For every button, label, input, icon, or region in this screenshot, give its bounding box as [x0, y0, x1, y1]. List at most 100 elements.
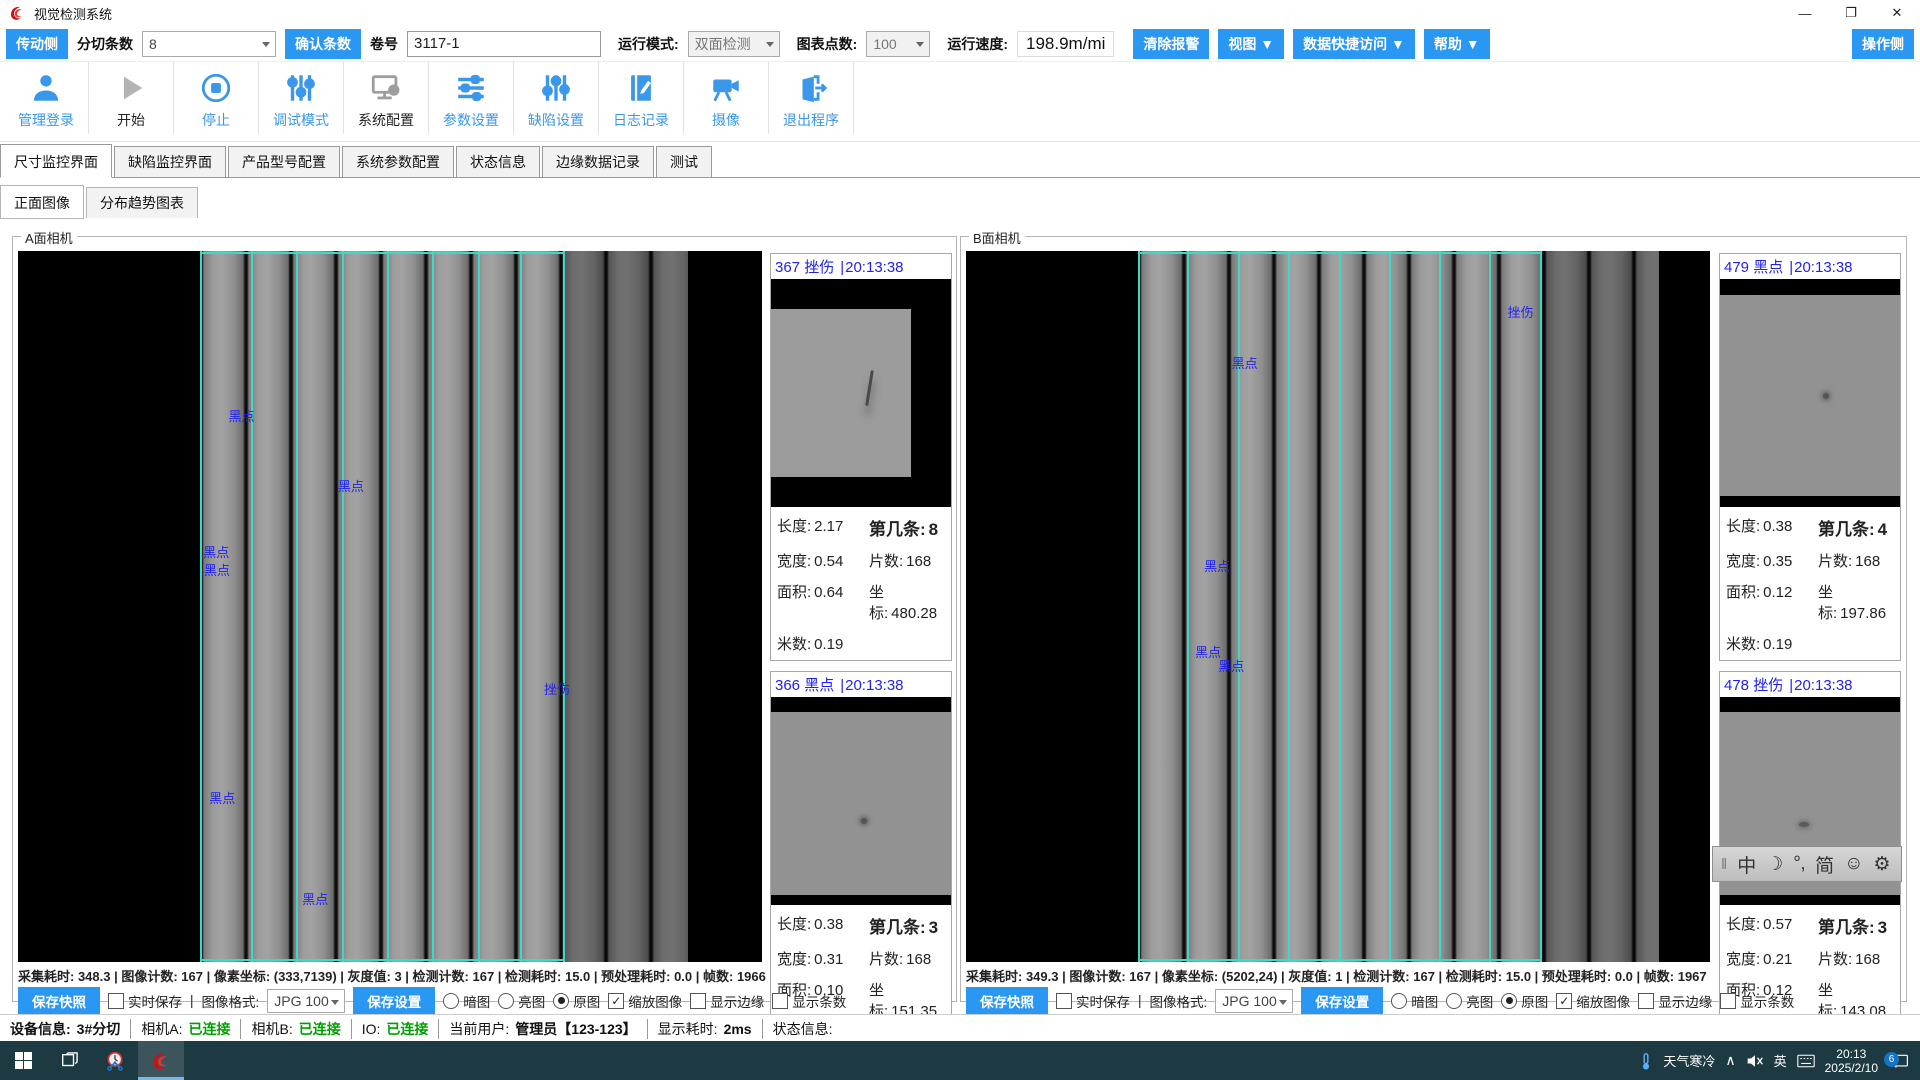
volume-muted-icon[interactable]	[1746, 1053, 1764, 1069]
view-menu-button[interactable]: 视图 ▼	[1218, 29, 1284, 59]
camera-b-title: B面相机	[969, 228, 1025, 247]
camera-icon	[709, 68, 743, 108]
save-snapshot-button[interactable]: 保存快照	[966, 987, 1048, 1015]
camera-b-image[interactable]: 黑点挫伤黑点黑点黑点	[966, 251, 1710, 962]
camera-b-status: 相机B:已连接	[241, 1019, 351, 1039]
defect-overlay-label: 黑点	[1204, 556, 1230, 575]
tab-front-image[interactable]: 正面图像	[0, 185, 84, 219]
ime-mode[interactable]: 中	[1737, 851, 1756, 878]
bright-image-radio[interactable]: 亮图	[1446, 991, 1493, 1011]
help-menu-button[interactable]: 帮助 ▼	[1424, 29, 1490, 59]
defect-overlay-label: 黑点	[1218, 656, 1244, 675]
minimize-button[interactable]: —	[1782, 0, 1828, 26]
strip-boundary-line	[563, 251, 565, 962]
separator: |	[190, 993, 194, 1008]
app-window: 视觉检测系统 — ❐ ✕ 传动侧 分切条数 8 确认条数 卷号 3117-1 运…	[0, 0, 1920, 1080]
display-time: 显示耗时:2ms	[648, 1019, 763, 1039]
save-settings-button[interactable]: 保存设置	[353, 987, 435, 1015]
tab-system-param-config[interactable]: 系统参数配置	[342, 146, 454, 177]
ime-settings-icon[interactable]: ⚙	[1874, 853, 1891, 876]
strip-boundary-line	[1540, 251, 1542, 962]
drive-side-button[interactable]: 传动侧	[6, 29, 68, 59]
realtime-save-checkbox[interactable]: 实时保存	[1056, 991, 1130, 1011]
ime-fullhalf-icon[interactable]: ☽	[1766, 853, 1783, 876]
log-record-button[interactable]: 日志记录	[599, 62, 684, 134]
ime-emoji-icon[interactable]: ☺	[1844, 853, 1863, 875]
camera-b-strips-dark	[1540, 251, 1659, 962]
start-menu-button[interactable]	[0, 1041, 46, 1080]
bright-image-radio[interactable]: 亮图	[498, 991, 545, 1011]
weather-text[interactable]: 天气寒冷	[1663, 1051, 1715, 1070]
show-strips-checkbox[interactable]: 显示条数	[772, 991, 846, 1011]
save-settings-button[interactable]: 保存设置	[1301, 987, 1383, 1015]
chart-points-select[interactable]: 100	[866, 31, 930, 57]
camera-a-image[interactable]: 黑点黑点黑点黑点挫伤黑点黑点	[18, 251, 762, 962]
split-count-select[interactable]: 8	[142, 31, 276, 57]
notification-center-button[interactable]: 6	[1888, 1049, 1912, 1073]
show-edges-checkbox[interactable]: 显示边缘	[690, 991, 764, 1011]
parameter-settings-button[interactable]: 参数设置	[429, 62, 514, 134]
original-image-radio[interactable]: 原图	[553, 991, 600, 1011]
maximize-button[interactable]: ❐	[1828, 0, 1874, 26]
thermometer-icon	[1639, 1052, 1653, 1070]
system-config-button[interactable]: 系统配置	[344, 62, 429, 134]
tab-status-info[interactable]: 状态信息	[456, 146, 540, 177]
strip-boundary-line	[1138, 251, 1140, 962]
ime-toolbar[interactable]: ‖ 中 ☽ °‚ 简 ☺ ⚙	[1712, 846, 1902, 882]
defect-card[interactable]: 367 挫伤|20:13:38 长度:2.17 第几条:8 宽度:0.54 片数…	[770, 253, 952, 661]
defect-thumbnail	[771, 279, 951, 507]
exit-program-button[interactable]: 退出程序	[769, 62, 854, 134]
image-format-select[interactable]: JPG 100	[1215, 989, 1293, 1013]
strip-boundary-line	[200, 251, 202, 962]
image-format-select[interactable]: JPG 100	[267, 989, 345, 1013]
capture-button[interactable]: 摄像	[684, 62, 769, 134]
app-taskbar-button[interactable]	[138, 1041, 184, 1080]
tray-date: 2025/2/10	[1825, 1061, 1878, 1075]
show-strips-checkbox[interactable]: 显示条数	[1720, 991, 1794, 1011]
tab-test[interactable]: 测试	[656, 146, 712, 177]
stop-button[interactable]: 停止	[174, 62, 259, 134]
tray-time: 20:13	[1836, 1047, 1866, 1061]
ime-charset[interactable]: 简	[1815, 851, 1834, 878]
dark-image-radio[interactable]: 暗图	[443, 991, 490, 1011]
strip-boundary-line	[200, 959, 563, 961]
tune-vertical-icon	[284, 68, 318, 108]
run-mode-select[interactable]: 双面检测	[688, 31, 780, 57]
defect-settings-button[interactable]: 缺陷设置	[514, 62, 599, 134]
touch-keyboard-icon[interactable]	[1797, 1053, 1815, 1069]
tab-product-model-config[interactable]: 产品型号配置	[228, 146, 340, 177]
roll-number-input[interactable]: 3117-1	[407, 31, 601, 57]
strip-boundary-line	[1339, 251, 1341, 962]
language-indicator[interactable]: 英	[1774, 1051, 1787, 1070]
admin-login-button[interactable]: 管理登录	[4, 62, 89, 134]
data-quick-access-button[interactable]: 数据快捷访问 ▼	[1293, 29, 1415, 59]
snipping-tool-button[interactable]	[92, 1041, 138, 1080]
ime-grip[interactable]: ‖	[1721, 856, 1727, 873]
dark-image-radio[interactable]: 暗图	[1391, 991, 1438, 1011]
tab-size-monitor[interactable]: 尺寸监控界面	[0, 144, 112, 178]
start-button[interactable]: 开始	[89, 62, 174, 134]
operator-side-button[interactable]: 操作侧	[1852, 29, 1914, 59]
show-edges-checkbox[interactable]: 显示边缘	[1638, 991, 1712, 1011]
tab-defect-monitor[interactable]: 缺陷监控界面	[114, 146, 226, 177]
tab-edge-data-record[interactable]: 边缘数据记录	[542, 146, 654, 177]
save-snapshot-button[interactable]: 保存快照	[18, 987, 100, 1015]
tray-chevron-icon[interactable]: ∧	[1725, 1052, 1735, 1069]
ime-punct-icon[interactable]: °‚	[1793, 853, 1805, 875]
close-button[interactable]: ✕	[1874, 0, 1920, 26]
strip-boundary-line	[1138, 959, 1540, 961]
defect-card[interactable]: 479 黑点|20:13:38 长度:0.38 第几条:4 宽度:0.35 片数…	[1719, 253, 1901, 661]
zoom-image-checkbox[interactable]: ✓缩放图像	[608, 991, 682, 1011]
defect-thumbnail	[1720, 279, 1900, 507]
debug-mode-button[interactable]: 调试模式	[259, 62, 344, 134]
clock[interactable]: 20:13 2025/2/10	[1825, 1047, 1878, 1075]
task-view-button[interactable]	[46, 1041, 92, 1080]
camera-b-controls: 保存快照 实时保存 | 图像格式: JPG 100 保存设置 暗图 亮图 原图 …	[966, 988, 1896, 1013]
clear-alarm-button[interactable]: 清除报警	[1133, 29, 1209, 59]
zoom-image-checkbox[interactable]: ✓缩放图像	[1556, 991, 1630, 1011]
tab-trend-chart[interactable]: 分布趋势图表	[86, 187, 198, 218]
realtime-save-checkbox[interactable]: 实时保存	[108, 991, 182, 1011]
status-message: 状态信息:	[763, 1019, 843, 1039]
confirm-count-button[interactable]: 确认条数	[285, 29, 361, 59]
original-image-radio[interactable]: 原图	[1501, 991, 1548, 1011]
